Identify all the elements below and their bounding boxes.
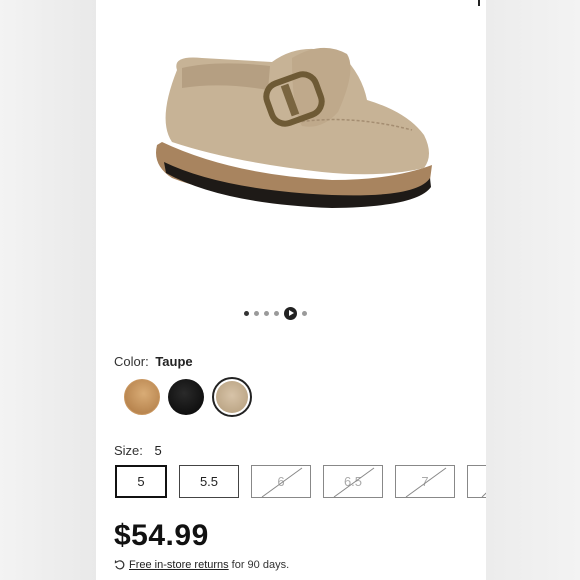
swatch-tan[interactable]: [124, 379, 160, 415]
selected-size: 5: [154, 443, 162, 458]
carousel-dot[interactable]: [301, 310, 307, 316]
color-label-row: Color: Taupe: [114, 354, 193, 369]
return-arrow-icon: [114, 560, 125, 570]
scroll-indicator: [478, 0, 480, 6]
color-label: Color:: [114, 354, 149, 369]
size-label-row: Size: 5: [114, 443, 162, 458]
unavailable-slash-icon: [405, 467, 447, 497]
video-play-icon[interactable]: [283, 306, 297, 320]
selected-color: Taupe: [155, 354, 193, 369]
size-option-unavailable[interactable]: 6: [251, 465, 311, 498]
unavailable-slash-icon: [333, 467, 375, 497]
color-swatches: [124, 377, 252, 417]
returns-link[interactable]: Free in-store returns: [129, 559, 229, 571]
size-options: 5 5.5 6 6.5 7 7: [115, 465, 486, 498]
price: $54.99: [114, 519, 209, 552]
returns-suffix: for 90 days.: [231, 559, 290, 571]
size-option[interactable]: 5: [115, 465, 167, 498]
image-carousel-dots: [96, 305, 470, 321]
unavailable-slash-icon: [261, 467, 303, 497]
unavailable-slash-icon: [481, 492, 486, 497]
size-option-unavailable[interactable]: 7: [467, 465, 486, 498]
size-option-unavailable[interactable]: 6.5: [323, 465, 383, 498]
background-left: [0, 0, 96, 580]
carousel-dot[interactable]: [243, 310, 249, 316]
product-card: Color: Taupe Size: 5 5 5.5 6 6.5 7 $54.9…: [96, 0, 486, 580]
size-label: Size:: [114, 443, 143, 458]
background-right: [486, 0, 580, 580]
product-image[interactable]: [142, 30, 442, 220]
size-option[interactable]: 5.5: [179, 465, 239, 498]
size-option-unavailable[interactable]: 7: [395, 465, 455, 498]
carousel-dot[interactable]: [253, 310, 259, 316]
swatch-taupe-fill: [216, 381, 248, 413]
carousel-dot[interactable]: [263, 310, 269, 316]
carousel-dot[interactable]: [273, 310, 279, 316]
returns-info: Free in-store returns for 90 days.: [114, 559, 289, 571]
size-option-label: 5.5: [199, 474, 219, 489]
swatch-black[interactable]: [168, 379, 204, 415]
size-option-label: 5: [137, 474, 145, 489]
swatch-taupe[interactable]: [212, 377, 252, 417]
